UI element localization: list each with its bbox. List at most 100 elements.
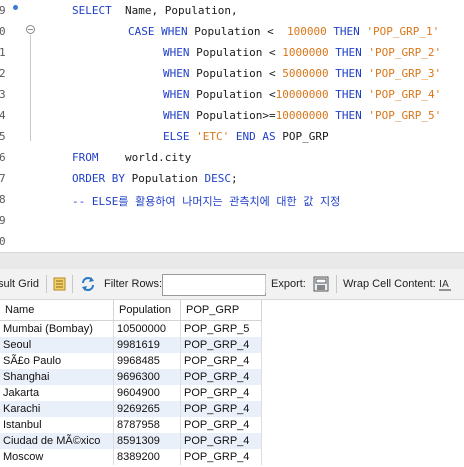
cell-population[interactable]: 9696300 xyxy=(113,369,181,385)
cell-pop-grp[interactable]: POP_GRP_4 xyxy=(180,385,262,401)
code-token: 'POP_GRP_1' xyxy=(366,25,440,38)
wrap-text-icon[interactable]: IA xyxy=(438,276,452,292)
line-number: 5 xyxy=(0,130,6,143)
line-number: 4 xyxy=(0,109,6,122)
export-label: Export: xyxy=(271,278,306,290)
result-grid: Name Population POP_GRP Mumbai (Bombay) … xyxy=(0,300,464,467)
line-number: 7 xyxy=(0,172,6,185)
line-number: 9 xyxy=(0,214,6,227)
column-header-population[interactable]: Population xyxy=(113,300,181,321)
code-token: THEN xyxy=(335,88,369,101)
cell-pop-grp[interactable]: POP_GRP_4 xyxy=(180,449,262,465)
toolbar-divider xyxy=(265,275,266,293)
code-token: 100000 xyxy=(286,25,334,38)
code-token: THEN xyxy=(335,67,369,80)
table-row[interactable]: Jakarta 9604900 POP_GRP_4 xyxy=(0,385,262,401)
toolbar-divider xyxy=(336,275,337,293)
line-number: 3 xyxy=(0,88,6,101)
code-token: END AS xyxy=(235,130,283,143)
cell-pop-grp[interactable]: POP_GRP_4 xyxy=(180,369,262,385)
cell-pop-grp[interactable]: POP_GRP_4 xyxy=(180,401,262,417)
cell-name[interactable]: Ciudad de MÃ©xico xyxy=(0,433,114,449)
sql-editor[interactable]: 9 0 1 2 3 4 5 6 7 8 9 0 SELECT Name, Population, CAS… xyxy=(0,0,464,252)
cell-name[interactable]: Shanghai xyxy=(0,369,114,385)
toolbar-divider xyxy=(46,275,47,293)
code-line: -- ELSE를 활용하여 나머지는 관측치에 대한 값 지정 xyxy=(72,193,340,209)
column-header-name[interactable]: Name xyxy=(0,300,114,321)
line-number: 1 xyxy=(0,46,6,59)
cell-population[interactable]: 9968485 xyxy=(113,353,181,369)
fold-collapse-icon[interactable] xyxy=(26,25,35,34)
code-token: DESC xyxy=(204,172,231,185)
filter-rows-input[interactable] xyxy=(162,274,266,296)
code-token: FROM xyxy=(72,151,125,164)
table-row[interactable]: Mumbai (Bombay) 10500000 POP_GRP_5 xyxy=(0,320,262,337)
toolbar-divider xyxy=(72,275,73,293)
code-token: Population < xyxy=(196,88,276,101)
cell-pop-grp[interactable]: POP_GRP_4 xyxy=(180,433,262,449)
export-icon[interactable] xyxy=(313,276,329,292)
table-row[interactable]: Karachi 9269265 POP_GRP_4 xyxy=(0,401,262,417)
line-number: 0 xyxy=(0,25,6,38)
cell-name[interactable]: Seoul xyxy=(0,337,114,353)
code-token: WHEN xyxy=(163,67,197,80)
cell-name[interactable]: Karachi xyxy=(0,401,114,417)
table-row[interactable]: Seoul 9981619 POP_GRP_4 xyxy=(0,337,262,353)
line-number: 6 xyxy=(0,151,6,164)
code-line: CASE WHEN Population < 100000 THEN 'POP_… xyxy=(128,25,439,38)
cell-pop-grp[interactable]: POP_GRP_4 xyxy=(180,353,262,369)
code-token: 10000000 xyxy=(275,109,336,122)
cell-name[interactable]: Mumbai (Bombay) xyxy=(0,320,114,337)
result-grid-tab[interactable]: sult Grid xyxy=(0,278,39,290)
header-row: Name Population POP_GRP xyxy=(0,300,262,321)
cell-name[interactable]: Istanbul xyxy=(0,417,114,433)
code-token: Name, Population, xyxy=(124,4,238,17)
code-token: CASE WHEN xyxy=(128,25,195,38)
result-table: Name Population POP_GRP Mumbai (Bombay) … xyxy=(0,300,262,465)
code-token: THEN xyxy=(335,109,369,122)
cell-population[interactable]: 9269265 xyxy=(113,401,181,417)
code-line: WHEN Population>=10000000 THEN 'POP_GRP_… xyxy=(163,109,441,122)
cell-pop-grp[interactable]: POP_GRP_4 xyxy=(180,417,262,433)
filter-rows-label: Filter Rows: xyxy=(104,278,163,290)
code-token: Population < xyxy=(194,25,287,38)
code-token: 'ETC' xyxy=(196,130,236,143)
cell-name[interactable]: Jakarta xyxy=(0,385,114,401)
cell-pop-grp[interactable]: POP_GRP_5 xyxy=(180,320,262,337)
form-view-icon[interactable] xyxy=(53,277,66,291)
fold-guide xyxy=(30,35,31,141)
code-line: SELECT Name, Population, xyxy=(72,4,238,17)
line-number: 2 xyxy=(0,67,6,80)
code-token: world.city xyxy=(124,151,192,164)
cell-name[interactable]: Moscow xyxy=(0,449,114,465)
column-header-pop-grp[interactable]: POP_GRP xyxy=(180,300,262,321)
svg-text:IA: IA xyxy=(439,279,449,290)
code-token: WHEN xyxy=(163,88,197,101)
horizontal-scrollbar[interactable] xyxy=(0,252,464,269)
table-row[interactable]: Ciudad de MÃ©xico 8591309 POP_GRP_4 xyxy=(0,433,262,449)
code-token: WHEN xyxy=(163,109,197,122)
code-token: THEN xyxy=(333,25,367,38)
cell-pop-grp[interactable]: POP_GRP_4 xyxy=(180,337,262,353)
cell-population[interactable]: 9981619 xyxy=(113,337,181,353)
refresh-icon[interactable] xyxy=(80,276,96,292)
code-token: POP_GRP xyxy=(282,130,329,143)
statement-marker-icon xyxy=(13,5,18,10)
table-row[interactable]: Istanbul 8787958 POP_GRP_4 xyxy=(0,417,262,433)
cell-population[interactable]: 8389200 xyxy=(113,449,181,465)
table-row[interactable]: SÃ£o Paulo 9968485 POP_GRP_4 xyxy=(0,353,262,369)
table-row[interactable]: Shanghai 9696300 POP_GRP_4 xyxy=(0,369,262,385)
cell-name[interactable]: SÃ£o Paulo xyxy=(0,353,114,369)
code-token: WHEN xyxy=(163,46,197,59)
cell-population[interactable]: 8591309 xyxy=(113,433,181,449)
cell-population[interactable]: 9604900 xyxy=(113,385,181,401)
code-token: ; xyxy=(230,172,238,185)
code-token: Population>= xyxy=(196,109,276,122)
cell-population[interactable]: 8787958 xyxy=(113,417,181,433)
code-line: FROM world.city xyxy=(72,151,191,164)
table-row[interactable]: Moscow 8389200 POP_GRP_4 xyxy=(0,449,262,465)
code-token: ORDER BY xyxy=(72,172,132,185)
cell-population[interactable]: 10500000 xyxy=(113,320,181,337)
code-line: ORDER BY Population DESC; xyxy=(72,172,238,185)
code-line: WHEN Population < 1000000 THEN 'POP_GRP_… xyxy=(163,46,441,59)
